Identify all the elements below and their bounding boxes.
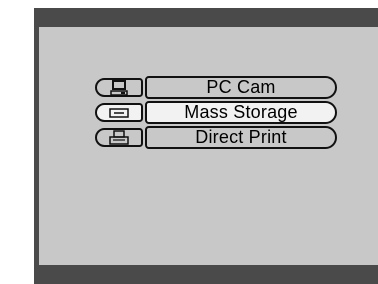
usb-mode-menu: PC Cam Mass Storage Direct Print xyxy=(95,76,337,151)
menu-item-direct-print[interactable]: Direct Print xyxy=(95,126,337,149)
menu-item-label: PC Cam xyxy=(145,76,337,99)
menu-icon-cell xyxy=(95,103,143,122)
menu-icon-cell xyxy=(95,128,143,147)
printer-icon xyxy=(109,129,129,145)
menu-item-label: Direct Print xyxy=(145,126,337,149)
menu-item-label: Mass Storage xyxy=(145,101,337,124)
menu-item-mass-storage[interactable]: Mass Storage xyxy=(95,101,337,124)
device-frame: PC Cam Mass Storage Direct Print xyxy=(34,8,378,284)
computer-icon xyxy=(110,79,128,96)
bottom-bar xyxy=(34,265,378,284)
lcd-screen: PC Cam Mass Storage Direct Print xyxy=(39,27,378,265)
storage-drive-icon xyxy=(109,107,129,118)
menu-item-pc-cam[interactable]: PC Cam xyxy=(95,76,337,99)
menu-icon-cell xyxy=(95,78,143,97)
